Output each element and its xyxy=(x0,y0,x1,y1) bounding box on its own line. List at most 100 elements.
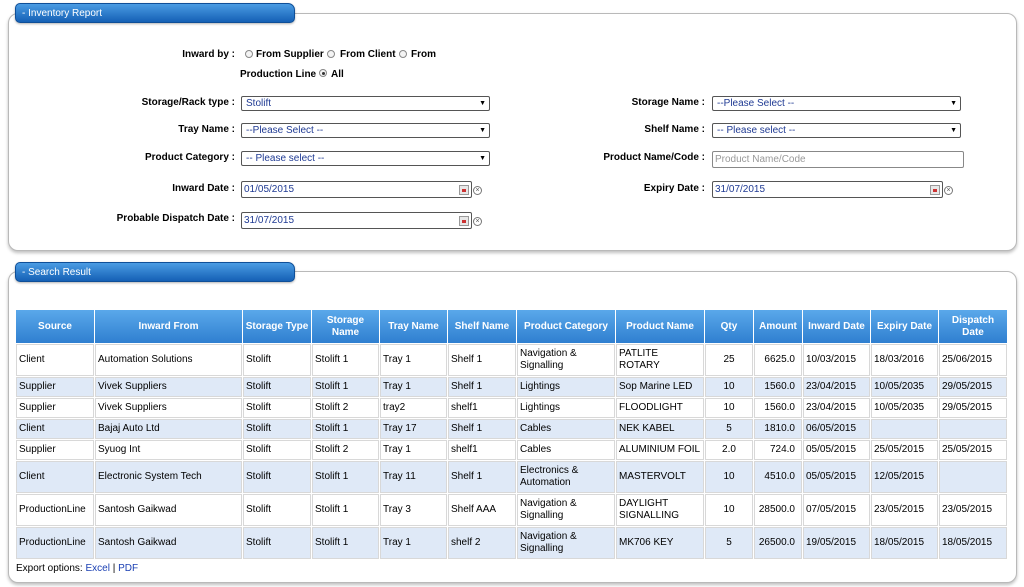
table-cell: Stolift xyxy=(243,527,311,559)
table-cell xyxy=(871,419,938,439)
expiry-date-label: Expiry Date : xyxy=(643,183,705,194)
table-cell: Vivek Suppliers xyxy=(95,377,242,397)
tray-name-select[interactable]: --Please Select -- ▼ xyxy=(241,123,490,138)
storage-name-select[interactable]: --Please Select -- ▼ xyxy=(712,96,961,111)
storage-name-value: --Please Select -- xyxy=(717,98,795,109)
table-header-row: Source Inward From Storage Type Storage Nam… xyxy=(16,310,1007,343)
table-cell: Automation Solutions xyxy=(95,344,242,376)
table-cell: Tray 11 xyxy=(380,461,447,493)
tray-name-value: --Please Select -- xyxy=(246,125,324,136)
table-cell: ALUMINIUM FOIL xyxy=(616,440,704,460)
table-cell: Stolift xyxy=(243,440,311,460)
radio-from-client[interactable] xyxy=(327,50,335,58)
radio-from-production-line[interactable] xyxy=(399,50,407,58)
table-cell: 10/03/2015 xyxy=(803,344,870,376)
radio-from-supplier[interactable] xyxy=(245,50,253,58)
table-cell: Stolift xyxy=(243,461,311,493)
table-cell: 724.0 xyxy=(754,440,802,460)
table-cell: Sop Marine LED xyxy=(616,377,704,397)
table-cell: Cables xyxy=(517,419,615,439)
table-cell: 10 xyxy=(705,494,753,526)
tray-name-label: Tray Name : xyxy=(178,124,235,135)
probable-dispatch-date-input[interactable]: 31/07/2015 xyxy=(241,212,472,229)
table-cell: Tray 1 xyxy=(380,440,447,460)
table-cell: Tray 17 xyxy=(380,419,447,439)
table-cell: Stolift xyxy=(243,398,311,418)
inward-date-input[interactable]: 01/05/2015 xyxy=(241,181,472,198)
table-cell: 05/05/2015 xyxy=(803,440,870,460)
column-header: Inward From xyxy=(95,310,242,343)
storage-rack-type-label: Storage/Rack type : xyxy=(141,97,235,108)
table-cell: 05/05/2015 xyxy=(803,461,870,493)
table-cell: 10/05/2035 xyxy=(871,398,938,418)
table-cell: Shelf 1 xyxy=(448,344,516,376)
radio-from-client-label: From Client xyxy=(340,49,396,60)
radio-from-supplier-label: From Supplier xyxy=(256,49,324,60)
table-cell: Bajaj Auto Ltd xyxy=(95,419,242,439)
column-header: Tray Name xyxy=(380,310,447,343)
table-row: Client Electronic System Tech Stolift Stoli… xyxy=(16,461,1007,493)
export-options-label: Export options: xyxy=(16,563,83,574)
table-row: Supplier Vivek Suppliers Stolift Stolift 1T… xyxy=(16,377,1007,397)
inward-date-calendar-icon[interactable] xyxy=(459,185,469,195)
table-cell: MASTERVOLT xyxy=(616,461,704,493)
table-cell: NEK KABEL xyxy=(616,419,704,439)
export-excel-link[interactable]: Excel xyxy=(86,563,110,574)
table-cell: FLOODLIGHT xyxy=(616,398,704,418)
table-cell: 26500.0 xyxy=(754,527,802,559)
search-result-table: Source Inward From Storage Type Storage Nam… xyxy=(15,309,1008,560)
storage-rack-type-value: Stolift xyxy=(246,98,272,109)
table-cell: 2.0 xyxy=(705,440,753,460)
table-cell: Tray 1 xyxy=(380,527,447,559)
dispatch-date-calendar-icon[interactable] xyxy=(459,216,469,226)
table-cell: 19/05/2015 xyxy=(803,527,870,559)
dropdown-arrow-icon: ▼ xyxy=(950,127,957,134)
table-cell: ProductionLine xyxy=(16,527,94,559)
table-cell: Cables xyxy=(517,440,615,460)
shelf-name-select[interactable]: -- Please select -- ▼ xyxy=(712,123,961,138)
table-cell: 25 xyxy=(705,344,753,376)
table-cell: 10/05/2035 xyxy=(871,377,938,397)
column-header: Dispatch Date xyxy=(939,310,1007,343)
table-cell: Stolift 1 xyxy=(312,377,379,397)
column-header: Storage Type xyxy=(243,310,311,343)
export-options: Export options: Excel | PDF xyxy=(16,563,138,574)
table-cell: ProductionLine xyxy=(16,494,94,526)
expiry-date-calendar-icon[interactable] xyxy=(930,185,940,195)
export-pdf-link[interactable]: PDF xyxy=(118,563,138,574)
product-name-code-label: Product Name/Code : xyxy=(603,152,705,163)
product-category-label: Product Category : xyxy=(144,152,235,163)
expiry-date-clear-icon[interactable]: × xyxy=(944,186,953,195)
table-cell: 5 xyxy=(705,419,753,439)
expiry-date-input[interactable]: 31/07/2015 xyxy=(712,181,943,198)
table-cell: 18/05/2015 xyxy=(871,527,938,559)
probable-dispatch-date-label: Probable Dispatch Date : xyxy=(116,213,235,224)
table-cell: Tray 1 xyxy=(380,344,447,376)
table-cell: 25/06/2015 xyxy=(939,344,1007,376)
table-cell: Vivek Suppliers xyxy=(95,398,242,418)
product-category-value: -- Please select -- xyxy=(246,153,325,164)
table-cell: Navigation & Signalling xyxy=(517,344,615,376)
table-cell: Stolift 2 xyxy=(312,440,379,460)
column-header: Product Category xyxy=(517,310,615,343)
table-cell: 1810.0 xyxy=(754,419,802,439)
table-cell: Stolift 1 xyxy=(312,494,379,526)
inward-date-clear-icon[interactable]: × xyxy=(473,186,482,195)
table-cell: 10 xyxy=(705,398,753,418)
table-cell: Client xyxy=(16,419,94,439)
product-category-select[interactable]: -- Please select -- ▼ xyxy=(241,151,490,166)
table-cell: Stolift 1 xyxy=(312,419,379,439)
dropdown-arrow-icon: ▼ xyxy=(479,155,486,162)
dropdown-arrow-icon: ▼ xyxy=(479,127,486,134)
table-cell: 1560.0 xyxy=(754,398,802,418)
export-separator: | xyxy=(112,563,116,574)
product-name-code-input[interactable]: Product Name/Code xyxy=(712,151,964,168)
table-cell: Stolift xyxy=(243,419,311,439)
storage-rack-type-select[interactable]: Stolift ▼ xyxy=(241,96,490,111)
table-cell: shelf 2 xyxy=(448,527,516,559)
table-cell: 29/05/2015 xyxy=(939,377,1007,397)
dispatch-date-clear-icon[interactable]: × xyxy=(473,217,482,226)
radio-all[interactable] xyxy=(319,69,327,77)
table-cell: Stolift 2 xyxy=(312,398,379,418)
table-cell: shelf1 xyxy=(448,440,516,460)
